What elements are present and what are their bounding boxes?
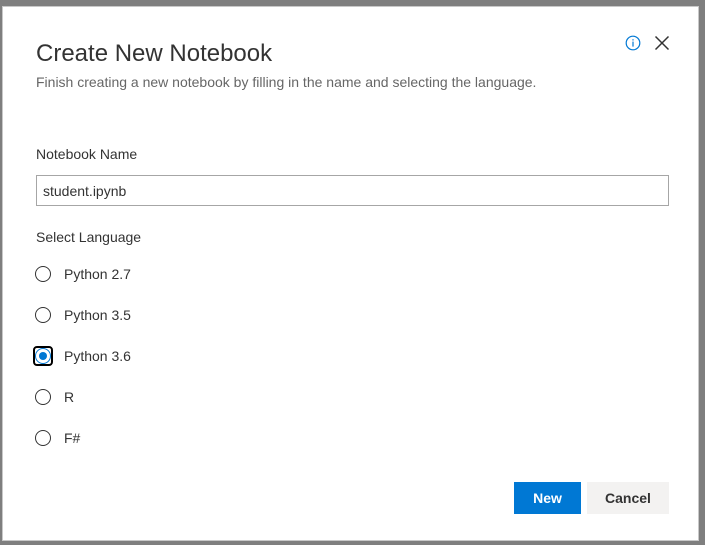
radio-label: F#: [64, 430, 81, 446]
radio-label: Python 3.6: [64, 348, 131, 364]
info-icon[interactable]: [625, 35, 641, 51]
radio-f-sharp[interactable]: F#: [35, 427, 80, 449]
close-icon-glyph: [654, 35, 670, 51]
radio-python-3-6[interactable]: Python 3.6: [33, 345, 131, 367]
radio-button-selected[interactable]: [35, 348, 51, 364]
radio-button[interactable]: [35, 307, 51, 323]
radio-label: Python 2.7: [64, 266, 131, 282]
cancel-button[interactable]: Cancel: [587, 482, 669, 514]
radio-button[interactable]: [35, 430, 51, 446]
radio-button[interactable]: [35, 389, 51, 405]
notebook-name-input[interactable]: [36, 175, 669, 206]
select-language-label: Select Language: [36, 229, 142, 245]
radio-label: R: [64, 389, 75, 405]
create-notebook-dialog: Create New Notebook Finish creating a ne…: [2, 6, 699, 541]
radio-button[interactable]: [35, 266, 51, 282]
radio-r[interactable]: R: [35, 386, 74, 408]
radio-python-2-7[interactable]: Python 2.7: [35, 263, 131, 285]
dialog-title: Create New Notebook: [36, 40, 273, 67]
info-icon-glyph: [625, 35, 641, 51]
new-button[interactable]: New: [514, 482, 581, 514]
radio-python-3-5[interactable]: Python 3.5: [35, 304, 131, 326]
close-icon[interactable]: [652, 33, 672, 53]
dialog-subtitle: Finish creating a new notebook by fillin…: [36, 74, 537, 90]
radio-label: Python 3.5: [64, 307, 131, 323]
notebook-name-label: Notebook Name: [36, 146, 138, 162]
